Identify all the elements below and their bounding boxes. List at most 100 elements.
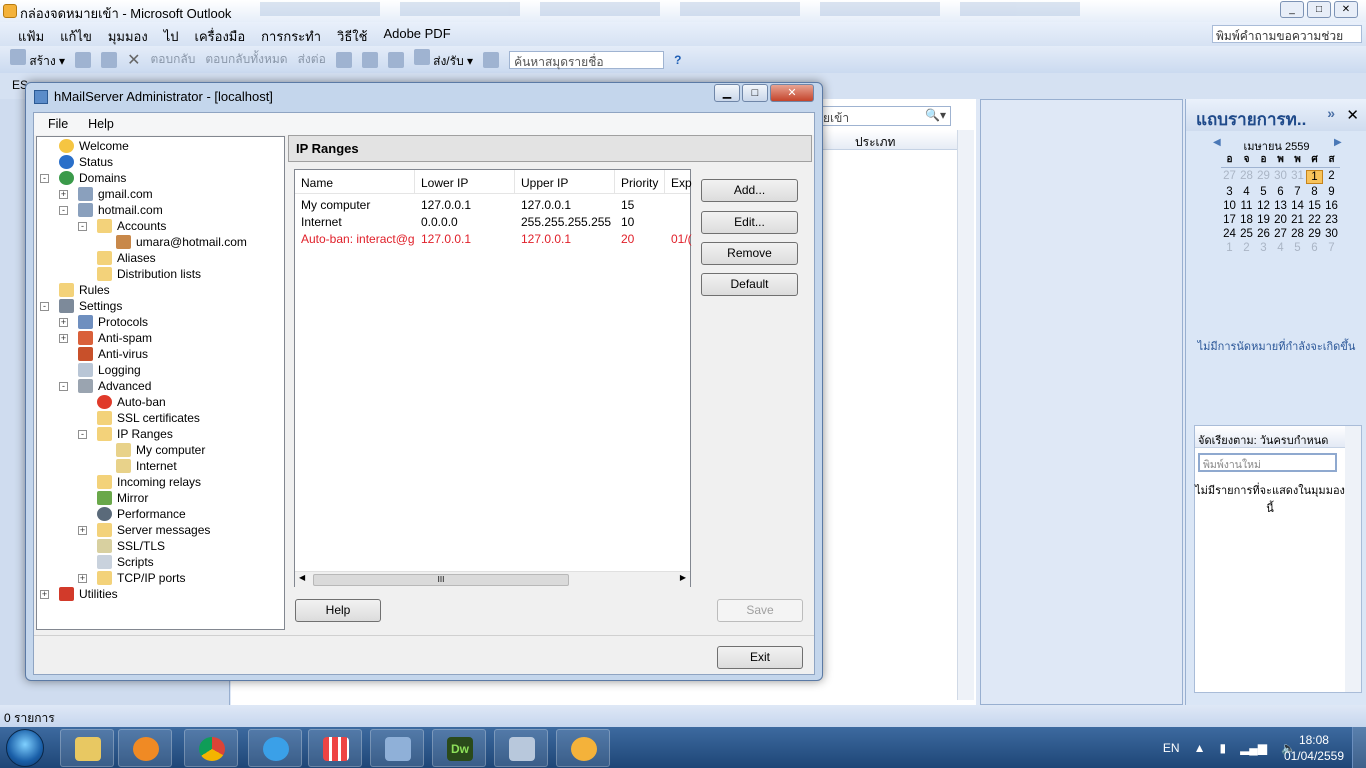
default-button[interactable]: Default (701, 273, 798, 296)
calendar-day[interactable]: 20 (1272, 214, 1289, 226)
reply-all-button[interactable]: ตอบกลับทั้งหมด (205, 50, 287, 69)
minimize-icon[interactable]: _ (1280, 1, 1304, 18)
categorize-icon[interactable] (335, 51, 352, 68)
taskbar-apps[interactable] (308, 729, 362, 767)
calendar-day[interactable]: 11 (1238, 200, 1255, 212)
calendar-day[interactable]: 4 (1272, 242, 1289, 254)
help-search-input[interactable]: พิมพ์คำถามขอความช่วยเหลือ (1212, 25, 1362, 62)
calendar-day[interactable]: 8 (1306, 186, 1323, 198)
menu-file[interactable]: แฟ้ม (18, 26, 44, 46)
scroll-thumb[interactable]: III (313, 574, 569, 586)
collapse-icon[interactable]: - (78, 430, 87, 439)
calendar-day[interactable]: 1 (1221, 242, 1238, 254)
menu-adobe-pdf[interactable]: Adobe PDF (383, 26, 450, 46)
close-icon[interactable]: ✕ (1346, 106, 1359, 124)
expand-icon[interactable]: + (40, 590, 49, 599)
calendar-day[interactable]: 16 (1323, 200, 1340, 212)
menu-edit[interactable]: แก้ไข (60, 26, 92, 46)
ip-ranges-list[interactable]: Name Lower IP Upper IP Priority Exp My c… (294, 169, 692, 587)
calendar-day[interactable]: 29 (1306, 228, 1323, 240)
calendar-day[interactable]: 27 (1272, 228, 1289, 240)
calendar-day[interactable]: 21 (1289, 214, 1306, 226)
calendar-day[interactable]: 15 (1306, 200, 1323, 212)
new-button[interactable]: สร้าง ▾ (10, 48, 65, 71)
menu-view[interactable]: มุมมอง (108, 26, 148, 46)
calendar-day[interactable]: 9 (1323, 186, 1340, 198)
expand-icon[interactable]: + (78, 526, 87, 535)
forward-button[interactable]: ส่งต่อ (298, 50, 326, 69)
start-button[interactable] (6, 729, 44, 767)
search-icon[interactable]: 🔍▾ (925, 108, 946, 122)
reply-button[interactable]: ตอบกลับ (150, 50, 195, 69)
sync-icon[interactable] (387, 51, 404, 68)
expand-icon[interactable]: + (59, 318, 68, 327)
arrange-by-header[interactable]: จัดเรียงตาม: วันครบกำหนด (1195, 426, 1345, 448)
settings-tree[interactable]: Welcome Status - Domains + gmail.com - hotmail.… (36, 136, 285, 630)
collapse-icon[interactable]: - (59, 206, 68, 215)
taskbar-dreamweaver[interactable]: Dw (432, 729, 486, 767)
table-row[interactable]: Internet 0.0.0.0 255.255.255.255 10 (295, 213, 690, 230)
taskbar-hmailserver[interactable] (370, 729, 424, 767)
horizontal-scrollbar[interactable]: ◀ III ▶ (295, 571, 690, 587)
calendar-day[interactable]: 7 (1289, 186, 1306, 198)
calendar-day[interactable]: 25 (1238, 228, 1255, 240)
calendar-day[interactable]: 6 (1272, 186, 1289, 198)
column-lower-ip[interactable]: Lower IP (415, 170, 515, 194)
calendar-day[interactable]: 13 (1272, 200, 1289, 212)
menu-file[interactable]: File (48, 117, 68, 135)
calendar-day[interactable]: 26 (1255, 228, 1272, 240)
maximize-icon[interactable]: □ (742, 84, 768, 102)
power-icon[interactable]: ▮ (1219, 741, 1226, 755)
taskbar-chrome[interactable] (184, 729, 238, 767)
calendar-day[interactable]: 2 (1238, 242, 1255, 254)
task-scrollbar[interactable] (1345, 426, 1361, 692)
calendar-day[interactable]: 24 (1221, 228, 1238, 240)
column-upper-ip[interactable]: Upper IP (515, 170, 615, 194)
menu-tools[interactable]: เครื่องมือ (195, 26, 246, 46)
expand-icon[interactable]: + (59, 334, 68, 343)
column-expires[interactable]: Exp (665, 170, 695, 194)
calendar-day[interactable]: 4 (1238, 186, 1255, 198)
column-name[interactable]: Name (295, 170, 415, 194)
maximize-icon[interactable]: □ (1307, 1, 1331, 18)
calendar-day[interactable]: 27 (1221, 170, 1238, 184)
address-book-search[interactable]: ค้นหาสมุดรายชื่อ (509, 50, 665, 69)
expand-icon[interactable]: » (1327, 105, 1335, 121)
calendar-day[interactable]: 3 (1221, 186, 1238, 198)
network-icon[interactable]: ▂▄▆ (1240, 741, 1267, 755)
clock[interactable]: 18:08 01/04/2559 (1284, 732, 1344, 764)
collapse-icon[interactable]: - (40, 302, 49, 311)
address-book-icon[interactable] (483, 51, 500, 68)
column-priority[interactable]: Priority (615, 170, 665, 194)
calendar-day[interactable]: 19 (1255, 214, 1272, 226)
collapse-icon[interactable]: - (78, 222, 87, 231)
print-icon[interactable] (75, 51, 92, 68)
calendar-day[interactable]: 17 (1221, 214, 1238, 226)
calendar-day[interactable]: 6 (1306, 242, 1323, 254)
close-icon[interactable]: ✕ (770, 84, 814, 102)
menu-go[interactable]: ไป (164, 26, 179, 46)
taskbar-explorer[interactable] (60, 729, 114, 767)
calendar-day[interactable]: 18 (1238, 214, 1255, 226)
new-task-input[interactable]: พิมพ์งานใหม่ (1198, 453, 1337, 472)
menu-help[interactable]: Help (88, 117, 114, 135)
taskbar-media-player[interactable] (118, 729, 172, 767)
calendar-day[interactable]: 30 (1323, 228, 1340, 240)
flag-icon[interactable] (361, 51, 378, 68)
inbox-search-input[interactable]: ยเข้า 🔍▾ (819, 106, 951, 126)
move-icon[interactable] (101, 51, 118, 68)
delete-icon[interactable]: ✕ (127, 50, 140, 70)
calendar-day[interactable]: 14 (1289, 200, 1306, 212)
help-icon[interactable]: ? (674, 53, 681, 67)
taskbar-outlook[interactable] (556, 729, 610, 767)
calendar-day[interactable]: 5 (1289, 242, 1306, 254)
calendar-day[interactable]: 29 (1255, 170, 1272, 184)
calendar-day[interactable]: 23 (1323, 214, 1340, 226)
minimize-icon[interactable]: ▁ (714, 84, 740, 102)
show-desktop-button[interactable] (1352, 727, 1366, 768)
scroll-right-icon[interactable]: ▶ (680, 573, 686, 582)
taskbar-app-editor[interactable] (494, 729, 548, 767)
language-indicator[interactable]: EN (1163, 741, 1180, 755)
collapse-icon[interactable]: - (40, 174, 49, 183)
table-row[interactable]: Auto-ban: interact@g... 127.0.0.1 127.0.0.… (295, 230, 692, 247)
